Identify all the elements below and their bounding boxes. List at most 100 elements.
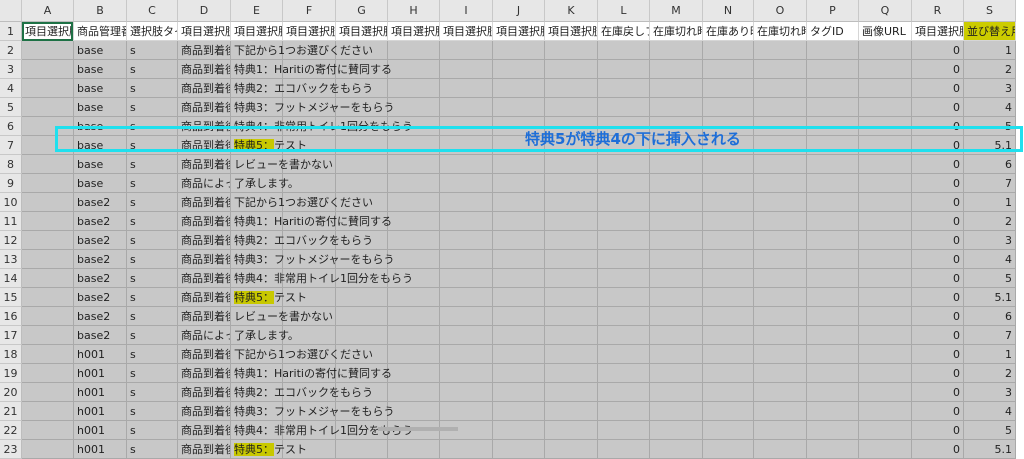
table-cell[interactable] [859, 60, 912, 79]
table-cell[interactable] [22, 193, 74, 212]
table-cell[interactable]: 4 [964, 98, 1016, 117]
table-cell[interactable] [807, 79, 859, 98]
table-cell[interactable] [598, 364, 650, 383]
table-cell[interactable] [703, 402, 754, 421]
cell-text-e[interactable]: 特典3：フットメジャーをもらう [231, 250, 491, 269]
table-cell[interactable]: 商品到着後 [178, 288, 231, 307]
table-cell[interactable] [22, 212, 74, 231]
table-cell[interactable]: 3 [964, 79, 1016, 98]
table-cell[interactable] [703, 269, 754, 288]
table-cell[interactable]: 0 [912, 174, 964, 193]
row-header[interactable]: 12 [0, 231, 22, 250]
table-cell[interactable] [545, 440, 598, 459]
table-cell[interactable]: 4 [964, 250, 1016, 269]
cell-text-e[interactable]: 特典5：テスト [231, 288, 491, 307]
table-cell[interactable] [650, 269, 703, 288]
table-cell[interactable]: 商品到着後 [178, 212, 231, 231]
table-cell[interactable] [703, 364, 754, 383]
table-cell[interactable]: 2 [964, 60, 1016, 79]
cell-text-e[interactable]: 特典2：エコバックをもらう [231, 79, 491, 98]
header-cell[interactable]: 項目選択肢 [545, 22, 598, 41]
table-cell[interactable] [650, 307, 703, 326]
row-header[interactable]: 10 [0, 193, 22, 212]
header-cell[interactable]: 項目選択肢 [493, 22, 545, 41]
table-cell[interactable] [754, 79, 807, 98]
table-cell[interactable]: 商品到着後 [178, 307, 231, 326]
cell-text-e[interactable]: 特典1：Haritiの寄付に賛同する [231, 212, 491, 231]
table-cell[interactable] [650, 174, 703, 193]
header-cell[interactable]: 在庫切れ時 [650, 22, 703, 41]
table-cell[interactable] [650, 402, 703, 421]
table-cell[interactable] [545, 307, 598, 326]
table-cell[interactable] [703, 98, 754, 117]
table-cell[interactable] [754, 326, 807, 345]
table-cell[interactable]: 商品到着後 [178, 231, 231, 250]
table-cell[interactable] [545, 60, 598, 79]
table-cell[interactable] [598, 345, 650, 364]
header-cell[interactable]: 並び替え用 [964, 22, 1016, 41]
column-header-g[interactable]: G [336, 0, 388, 22]
table-cell[interactable] [703, 250, 754, 269]
table-cell[interactable] [545, 402, 598, 421]
table-cell[interactable] [598, 41, 650, 60]
table-cell[interactable] [598, 79, 650, 98]
table-cell[interactable] [598, 307, 650, 326]
header-cell[interactable]: 在庫切れ時 [754, 22, 807, 41]
table-cell[interactable]: s [127, 250, 178, 269]
table-cell[interactable]: s [127, 402, 178, 421]
table-cell[interactable] [598, 174, 650, 193]
table-cell[interactable] [754, 440, 807, 459]
table-cell[interactable]: s [127, 98, 178, 117]
table-cell[interactable] [703, 288, 754, 307]
table-cell[interactable] [650, 155, 703, 174]
table-cell[interactable] [807, 288, 859, 307]
table-cell[interactable] [859, 41, 912, 60]
column-header-r[interactable]: R [912, 0, 964, 22]
table-cell[interactable]: h001 [74, 440, 127, 459]
table-cell[interactable]: 商品到着後 [178, 440, 231, 459]
table-cell[interactable]: 0 [912, 60, 964, 79]
cell-text-e[interactable]: 特典2：エコバックをもらう [231, 383, 491, 402]
table-cell[interactable] [859, 212, 912, 231]
table-cell[interactable]: 0 [912, 41, 964, 60]
table-cell[interactable] [754, 193, 807, 212]
table-cell[interactable] [493, 79, 545, 98]
row-header[interactable]: 23 [0, 440, 22, 459]
table-cell[interactable]: h001 [74, 383, 127, 402]
row-header[interactable]: 7 [0, 136, 22, 155]
table-cell[interactable]: base [74, 174, 127, 193]
table-cell[interactable] [754, 174, 807, 193]
table-cell[interactable]: 0 [912, 383, 964, 402]
table-cell[interactable] [493, 41, 545, 60]
table-cell[interactable] [703, 79, 754, 98]
table-cell[interactable] [493, 440, 545, 459]
row-header[interactable]: 3 [0, 60, 22, 79]
cell-text-e[interactable]: 特典3：フットメジャーをもらう [231, 98, 491, 117]
table-cell[interactable]: 商品到着後 [178, 402, 231, 421]
cell-text-e[interactable]: レビューを書かない [231, 307, 491, 326]
row-header[interactable]: 15 [0, 288, 22, 307]
table-cell[interactable] [493, 402, 545, 421]
table-cell[interactable] [493, 231, 545, 250]
row-header[interactable]: 1 [0, 22, 22, 41]
row-header[interactable]: 19 [0, 364, 22, 383]
table-cell[interactable] [493, 250, 545, 269]
table-cell[interactable] [650, 231, 703, 250]
table-cell[interactable] [859, 345, 912, 364]
table-cell[interactable] [859, 174, 912, 193]
table-cell[interactable]: base [74, 41, 127, 60]
table-cell[interactable] [545, 288, 598, 307]
table-cell[interactable] [22, 155, 74, 174]
header-cell[interactable]: 在庫あり時 [703, 22, 754, 41]
table-cell[interactable]: base2 [74, 288, 127, 307]
table-cell[interactable] [598, 383, 650, 402]
cell-text-e[interactable]: 特典3：フットメジャーをもらう [231, 402, 491, 421]
table-cell[interactable] [493, 212, 545, 231]
table-cell[interactable] [493, 307, 545, 326]
row-header[interactable]: 11 [0, 212, 22, 231]
header-cell[interactable]: 項目選択肢 [178, 22, 231, 41]
table-cell[interactable] [807, 155, 859, 174]
row-header[interactable]: 18 [0, 345, 22, 364]
table-cell[interactable]: s [127, 345, 178, 364]
table-cell[interactable] [598, 212, 650, 231]
